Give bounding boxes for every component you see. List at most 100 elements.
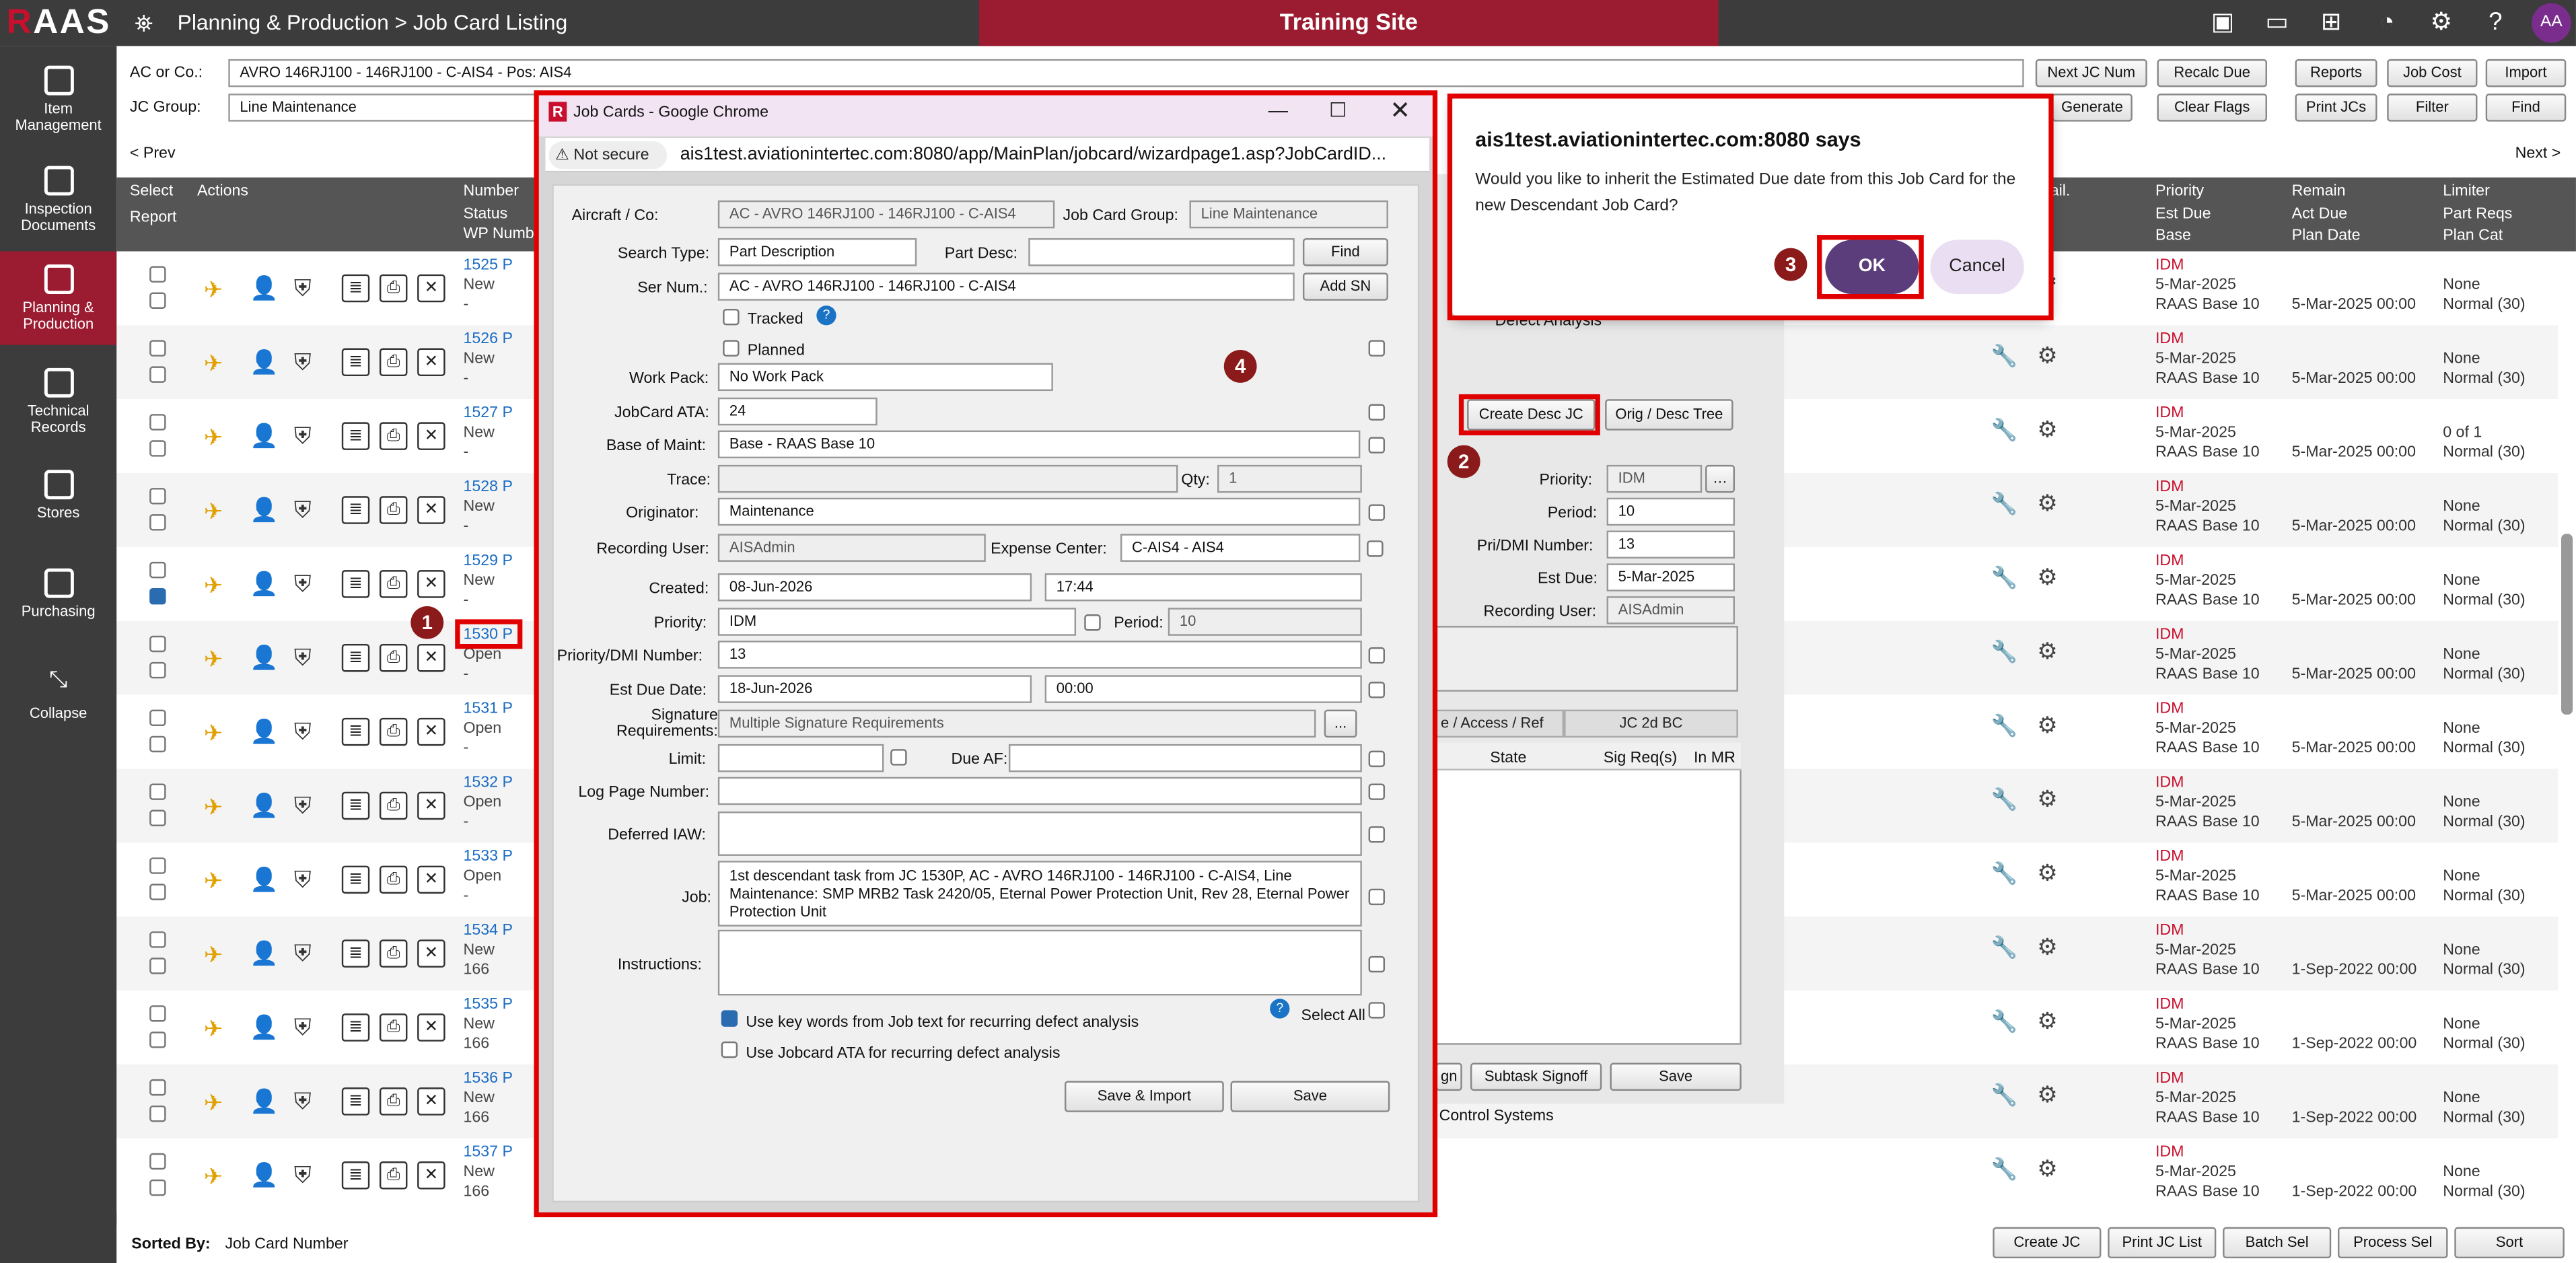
row-report-checkbox[interactable] — [149, 661, 166, 679]
bg-notes-area[interactable] — [1435, 626, 1738, 692]
wrench-icon[interactable]: 🔧 — [1991, 713, 2018, 739]
shield-icon[interactable]: ⛨ — [294, 496, 312, 524]
wrench-icon[interactable]: 🔧 — [1991, 491, 2018, 517]
list-icon[interactable]: ≣ — [341, 791, 370, 820]
bg-rec-user-select[interactable]: AISAdmin — [1606, 596, 1736, 624]
sort-button[interactable]: Sort — [2454, 1227, 2565, 1259]
row-report-checkbox[interactable] — [149, 514, 166, 531]
row-select-checkbox[interactable] — [149, 266, 166, 283]
next-jc-num-button[interactable]: Next JC Num — [2035, 59, 2147, 87]
print-jc-list-button[interactable]: Print JC List — [2108, 1227, 2217, 1259]
shield-icon[interactable]: ⛨ — [294, 349, 312, 377]
user-check-icon[interactable]: 👤 — [250, 644, 279, 672]
delete-icon[interactable]: ✕ — [417, 274, 445, 303]
delete-icon[interactable]: ✕ — [417, 717, 445, 746]
header-wp[interactable]: WP Numb — [463, 225, 534, 243]
aircraft-check-icon[interactable]: ✈ — [204, 424, 223, 452]
reports-button[interactable]: Reports — [2295, 59, 2377, 87]
sidebar-item-technical-records[interactable]: Technical Records — [0, 367, 116, 435]
shield-icon[interactable]: ⛨ — [294, 1087, 312, 1116]
print-icon[interactable]: ⎙ — [379, 1161, 408, 1190]
list-icon[interactable]: ≣ — [341, 422, 370, 450]
jc-number-link[interactable]: 1536 P — [463, 1069, 513, 1087]
user-check-icon[interactable]: 👤 — [250, 349, 279, 377]
aircraft-check-icon[interactable]: ✈ — [204, 1015, 223, 1044]
wrench-icon[interactable]: 🔧 — [1991, 1009, 2018, 1035]
bg-est-due-field[interactable]: 5-Mar-2025 — [1606, 563, 1736, 591]
jc-number-link[interactable]: 1528 P — [463, 478, 513, 496]
gear-icon[interactable]: ⚙ — [2037, 1081, 2058, 1109]
jc-number-link[interactable]: 1532 P — [463, 774, 513, 792]
list-icon[interactable]: ≣ — [341, 717, 370, 746]
jc-number-link[interactable]: 1527 P — [463, 404, 513, 423]
job-cost-button[interactable]: Job Cost — [2387, 59, 2478, 87]
wrench-icon[interactable]: 🔧 — [1991, 935, 2018, 961]
gear-icon[interactable]: ⚙ — [2037, 1007, 2058, 1036]
aircraft-check-icon[interactable]: ✈ — [204, 572, 223, 600]
sidebar-item-inspection-documents[interactable]: Inspection Documents — [0, 166, 116, 233]
pie-chart-icon[interactable]: ◔ — [2367, 5, 2407, 41]
list-icon[interactable]: ≣ — [341, 643, 370, 672]
aircraft-check-icon[interactable]: ✈ — [204, 941, 223, 970]
user-check-icon[interactable]: 👤 — [250, 1013, 279, 1042]
list-icon[interactable]: ≣ — [341, 274, 370, 303]
wrench-icon[interactable]: 🔧 — [1991, 861, 2018, 887]
shield-icon[interactable]: ⛨ — [294, 1013, 312, 1042]
scrollbar-thumb[interactable] — [2561, 534, 2573, 715]
gear-icon[interactable]: ⚙ — [2037, 637, 2058, 665]
print-jcs-button[interactable]: Print JCs — [2295, 94, 2377, 122]
delete-icon[interactable]: ✕ — [417, 1013, 445, 1042]
tab-jc-2d-bc[interactable]: JC 2d BC — [1564, 709, 1738, 738]
print-icon[interactable]: ⎙ — [379, 570, 408, 598]
help-icon[interactable]: ? — [2476, 5, 2515, 41]
sidebar-item-collapse[interactable]: ⤡ Collapse — [0, 667, 116, 721]
prev-link[interactable]: < Prev — [130, 145, 176, 163]
row-report-checkbox[interactable] — [149, 735, 166, 753]
wrench-icon[interactable]: 🔧 — [1991, 639, 2018, 665]
shield-icon[interactable]: ⛨ — [294, 939, 312, 968]
recalc-due-button[interactable]: Recalc Due — [2157, 59, 2267, 87]
user-check-icon[interactable]: 👤 — [250, 939, 279, 968]
delete-icon[interactable]: ✕ — [417, 1161, 445, 1190]
bg-priority-more-button[interactable]: … — [1705, 464, 1736, 493]
list-icon[interactable]: ≣ — [341, 1087, 370, 1116]
print-icon[interactable]: ⎙ — [379, 939, 408, 968]
shield-icon[interactable]: ⛨ — [294, 275, 312, 303]
user-check-icon[interactable]: 👤 — [250, 718, 279, 746]
row-report-checkbox[interactable] — [149, 587, 166, 605]
row-report-checkbox[interactable] — [149, 1179, 166, 1196]
gear-icon[interactable]: ⚙ — [2037, 342, 2058, 370]
row-select-checkbox[interactable] — [149, 931, 166, 948]
row-report-checkbox[interactable] — [149, 366, 166, 383]
list-icon[interactable]: ≣ — [341, 348, 370, 377]
row-select-checkbox[interactable] — [149, 709, 166, 727]
user-check-icon[interactable]: 👤 — [250, 866, 279, 894]
jc-number-link[interactable]: 1534 P — [463, 922, 513, 940]
aircraft-check-icon[interactable]: ✈ — [204, 1089, 223, 1118]
tab-access-ref[interactable]: e / Access / Ref — [1435, 709, 1565, 738]
sidebar-item-planning[interactable]: Planning & Production — [0, 251, 117, 345]
header-act-due[interactable]: Act Due — [2292, 205, 2348, 223]
delete-icon[interactable]: ✕ — [417, 939, 445, 968]
orig-desc-tree-button[interactable]: Orig / Desc Tree — [1605, 399, 1733, 431]
delete-icon[interactable]: ✕ — [417, 643, 445, 672]
shield-icon[interactable]: ⛨ — [294, 718, 312, 746]
aircraft-check-icon[interactable]: ✈ — [204, 276, 223, 304]
filter-button[interactable]: Filter — [2387, 94, 2478, 122]
row-report-checkbox[interactable] — [149, 809, 166, 826]
user-check-icon[interactable]: 👤 — [250, 1161, 279, 1190]
shield-icon[interactable]: ⛨ — [294, 792, 312, 820]
aircraft-check-icon[interactable]: ✈ — [204, 719, 223, 748]
row-select-checkbox[interactable] — [149, 488, 166, 505]
print-icon[interactable]: ⎙ — [379, 643, 408, 672]
bg-save-button[interactable]: Save — [1610, 1062, 1742, 1091]
print-icon[interactable]: ⎙ — [379, 348, 408, 377]
create-jc-button[interactable]: Create JC — [1993, 1227, 2102, 1259]
import-button[interactable]: Import — [2485, 59, 2567, 87]
print-icon[interactable]: ⎙ — [379, 717, 408, 746]
row-select-checkbox[interactable] — [149, 635, 166, 653]
print-icon[interactable]: ⎙ — [379, 1087, 408, 1116]
jc-number-link[interactable]: 1537 P — [463, 1143, 513, 1161]
list-icon[interactable]: ≣ — [341, 939, 370, 968]
aircraft-check-icon[interactable]: ✈ — [204, 645, 223, 674]
